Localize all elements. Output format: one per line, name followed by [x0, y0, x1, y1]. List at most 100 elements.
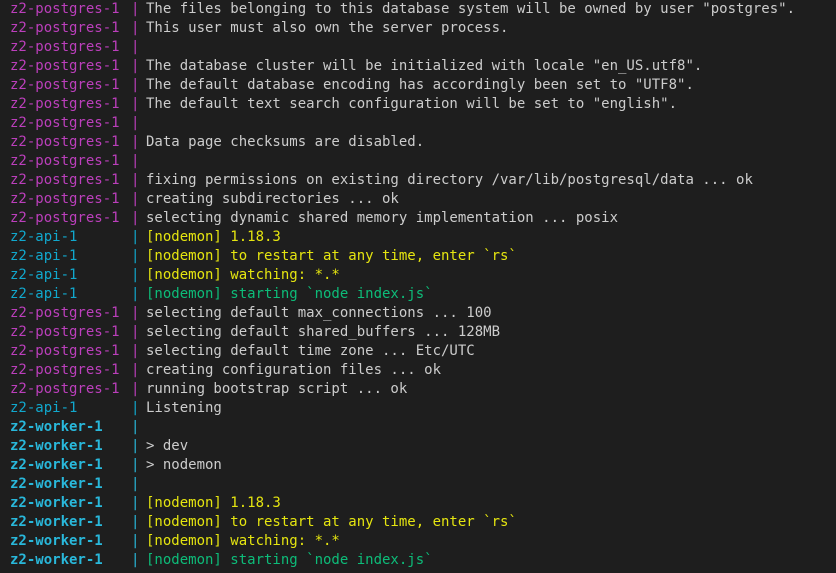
service-name: z2-postgres-1: [10, 77, 120, 93]
log-line: z2-postgres-1 | running bootstrap script .…: [10, 380, 407, 399]
log-line: z2-postgres-1 | selecting default max_conn…: [10, 304, 492, 323]
service-name: z2-postgres-1: [10, 115, 120, 131]
log-line: z2-postgres-1 | selecting dynamic shared m…: [10, 209, 618, 228]
service-name: z2-worker-1: [10, 476, 103, 492]
log-line: z2-postgres-1 | selecting default shared_b…: [10, 323, 500, 342]
separator-bar: |: [131, 77, 140, 93]
separator-bar: |: [131, 20, 140, 36]
separator-bar: |: [131, 533, 140, 549]
service-name: z2-postgres-1: [10, 39, 120, 55]
service-name: z2-api-1: [10, 400, 78, 416]
service-name: z2-worker-1: [10, 419, 103, 435]
log-line: z2-postgres-1 | Data page checksums are di…: [10, 133, 424, 152]
service-name: z2-worker-1: [10, 438, 103, 454]
separator-bar: |: [131, 58, 140, 74]
separator-bar: |: [131, 39, 140, 55]
log-message: [nodemon] 1.18.3: [146, 495, 281, 511]
separator-bar: |: [131, 191, 140, 207]
separator-bar: |: [131, 457, 140, 473]
log-message: fixing permissions on existing directory…: [146, 172, 753, 188]
service-name: z2-api-1: [10, 286, 78, 302]
log-line: z2-worker-1 | [nodemon] to restart at any …: [10, 513, 517, 532]
service-name: z2-worker-1: [10, 457, 103, 473]
log-message: The default text search configuration wi…: [146, 96, 678, 112]
log-line: z2-postgres-1 | The default text search co…: [10, 95, 677, 114]
separator-bar: |: [131, 400, 140, 416]
log-message: The database cluster will be initialized…: [146, 58, 703, 74]
separator-bar: |: [131, 495, 140, 511]
log-line: z2-api-1 | [nodemon] starting `node index.…: [10, 285, 433, 304]
log-line: z2-postgres-1 |: [10, 114, 146, 133]
service-name: z2-postgres-1: [10, 1, 120, 17]
log-line: z2-postgres-1 | selecting default time zon…: [10, 342, 475, 361]
log-message: creating subdirectories ... ok: [146, 191, 399, 207]
separator-bar: |: [131, 476, 140, 492]
separator-bar: |: [131, 362, 140, 378]
service-name: z2-worker-1: [10, 514, 103, 530]
service-name: z2-postgres-1: [10, 305, 120, 321]
service-name: z2-postgres-1: [10, 20, 120, 36]
log-message: selecting dynamic shared memory implemen…: [146, 210, 619, 226]
separator-bar: |: [131, 248, 140, 264]
service-name: z2-postgres-1: [10, 381, 120, 397]
terminal-output[interactable]: z2-postgres-1 | The files belonging to thi…: [0, 0, 836, 573]
log-line: z2-api-1 | Listening: [10, 399, 222, 418]
log-message: [nodemon] to restart at any time, enter …: [146, 248, 517, 264]
log-line: z2-postgres-1 |: [10, 152, 146, 171]
log-message: Listening: [146, 400, 222, 416]
log-line: z2-worker-1 | [nodemon] starting `node ind…: [10, 551, 433, 570]
log-message: selecting default max_connections ... 10…: [146, 305, 492, 321]
separator-bar: |: [131, 267, 140, 283]
separator-bar: |: [131, 115, 140, 131]
log-line: z2-worker-1 |: [10, 475, 146, 494]
separator-bar: |: [131, 134, 140, 150]
log-message: The files belonging to this database sys…: [146, 1, 796, 17]
service-name: z2-postgres-1: [10, 153, 120, 169]
service-name: z2-postgres-1: [10, 324, 120, 340]
log-message: creating configuration files ... ok: [146, 362, 442, 378]
log-message: Data page checksums are disabled.: [146, 134, 425, 150]
log-message: [nodemon] watching: *.*: [146, 533, 340, 549]
log-line: z2-worker-1 | [nodemon] watching: *.*: [10, 532, 340, 551]
service-name: z2-api-1: [10, 267, 78, 283]
service-name: z2-postgres-1: [10, 362, 120, 378]
separator-bar: |: [131, 1, 140, 17]
separator-bar: |: [131, 172, 140, 188]
separator-bar: |: [131, 438, 140, 454]
log-line: z2-worker-1 | > dev: [10, 437, 188, 456]
log-line: z2-postgres-1 | The database cluster will …: [10, 57, 702, 76]
log-line: z2-api-1 | [nodemon] 1.18.3: [10, 228, 281, 247]
service-name: z2-postgres-1: [10, 343, 120, 359]
log-line: z2-worker-1 | > nodemon: [10, 456, 222, 475]
log-message: [nodemon] to restart at any time, enter …: [146, 514, 517, 530]
log-message: [nodemon] watching: *.*: [146, 267, 340, 283]
separator-bar: |: [131, 381, 140, 397]
log-line: z2-postgres-1 | The files belonging to thi…: [10, 0, 795, 19]
log-line: z2-postgres-1 |: [10, 38, 146, 57]
log-line: z2-postgres-1 | creating configuration fil…: [10, 361, 441, 380]
separator-bar: |: [131, 305, 140, 321]
service-name: z2-worker-1: [10, 533, 103, 549]
separator-bar: |: [131, 324, 140, 340]
log-line: z2-postgres-1 | The default database encod…: [10, 76, 694, 95]
log-message: selecting default time zone ... Etc/UTC: [146, 343, 475, 359]
log-line: z2-postgres-1 | creating subdirectories ..…: [10, 190, 399, 209]
separator-bar: |: [131, 286, 140, 302]
log-message: [nodemon] starting `node index.js`: [146, 286, 433, 302]
service-name: z2-postgres-1: [10, 58, 120, 74]
log-line: z2-worker-1 | [nodemon] 1.18.3: [10, 494, 281, 513]
log-line: z2-worker-1 |: [10, 418, 146, 437]
separator-bar: |: [131, 419, 140, 435]
separator-bar: |: [131, 210, 140, 226]
log-message: [nodemon] starting `node index.js`: [146, 552, 433, 568]
log-message: selecting default shared_buffers ... 128…: [146, 324, 501, 340]
log-message: [nodemon] 1.18.3: [146, 229, 281, 245]
separator-bar: |: [131, 153, 140, 169]
log-message: The default database encoding has accord…: [146, 77, 694, 93]
service-name: z2-api-1: [10, 248, 78, 264]
log-line: z2-postgres-1 | This user must also own th…: [10, 19, 508, 38]
service-name: z2-postgres-1: [10, 134, 120, 150]
service-name: z2-postgres-1: [10, 172, 120, 188]
log-line: z2-postgres-1 | fixing permissions on exis…: [10, 171, 753, 190]
log-message: This user must also own the server proce…: [146, 20, 509, 36]
